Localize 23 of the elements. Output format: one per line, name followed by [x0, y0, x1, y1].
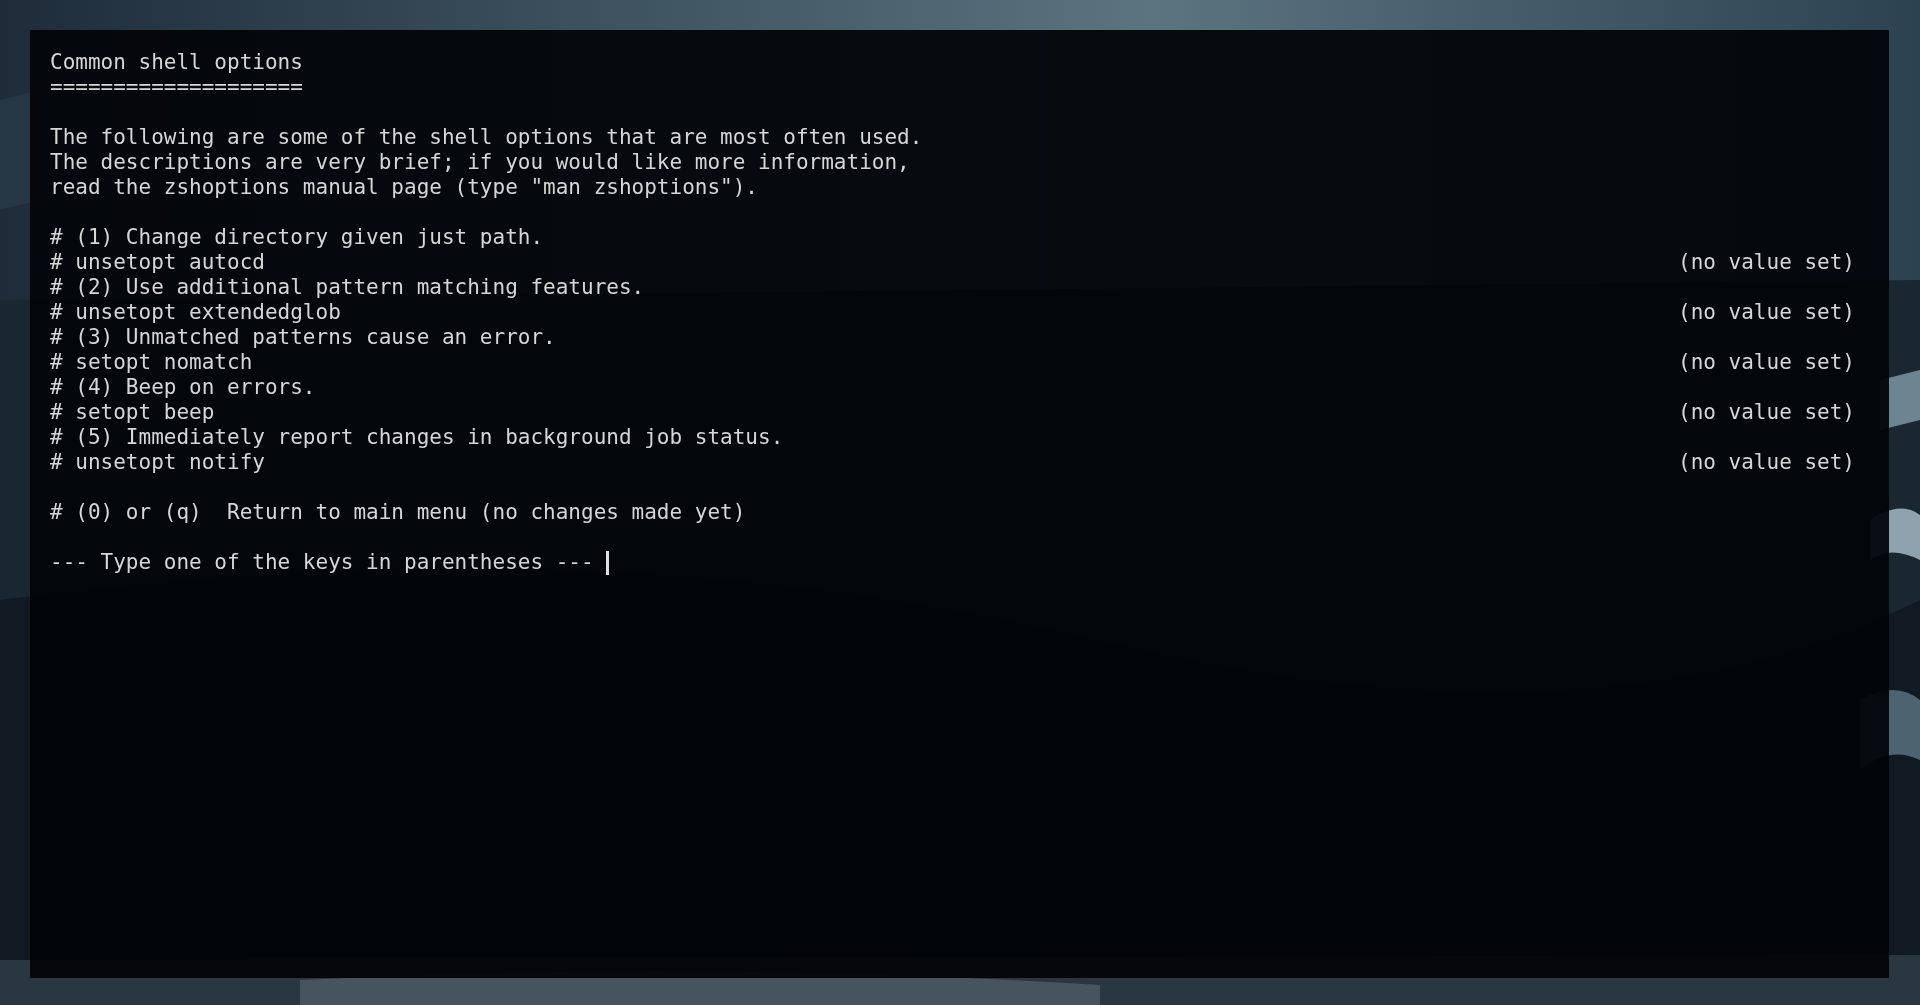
terminal-line: # (3) Unmatched patterns cause an error.: [50, 325, 556, 350]
terminal-line: ====================: [50, 75, 303, 100]
terminal-line: # setopt beep: [50, 400, 215, 425]
terminal-line: # (4) Beep on errors.: [50, 375, 316, 400]
text-cursor: [606, 550, 610, 575]
terminal-line: # (1) Change directory given just path.: [50, 225, 544, 250]
prompt-line: --- Type one of the keys in parentheses ---: [50, 550, 595, 575]
terminal-line: # setopt nomatch: [50, 350, 253, 375]
option-value: (no value set): [1678, 350, 1855, 375]
terminal-line: # (2) Use additional pattern matching features.: [50, 275, 645, 300]
option-value: (no value set): [1678, 450, 1855, 475]
terminal-line: # unsetopt autocd: [50, 250, 265, 275]
terminal-line: Common shell options: [50, 50, 303, 75]
option-value: (no value set): [1678, 250, 1855, 275]
terminal-line: # unsetopt notify: [50, 450, 265, 475]
terminal-line: # (0) or (q) Return to main menu (no changes made yet): [50, 500, 746, 525]
option-value: (no value set): [1678, 400, 1855, 425]
terminal-line: The following are some of the shell options that are most often used.: [50, 125, 923, 150]
terminal-line: # (5) Immediately report changes in background job status.: [50, 425, 784, 450]
terminal-line: # unsetopt extendedglob: [50, 300, 341, 325]
terminal-line: read the zshoptions manual page (type "man zshoptions").: [50, 175, 758, 200]
terminal-line: The descriptions are very brief; if you would like more information,: [50, 150, 910, 175]
option-value: (no value set): [1678, 300, 1855, 325]
